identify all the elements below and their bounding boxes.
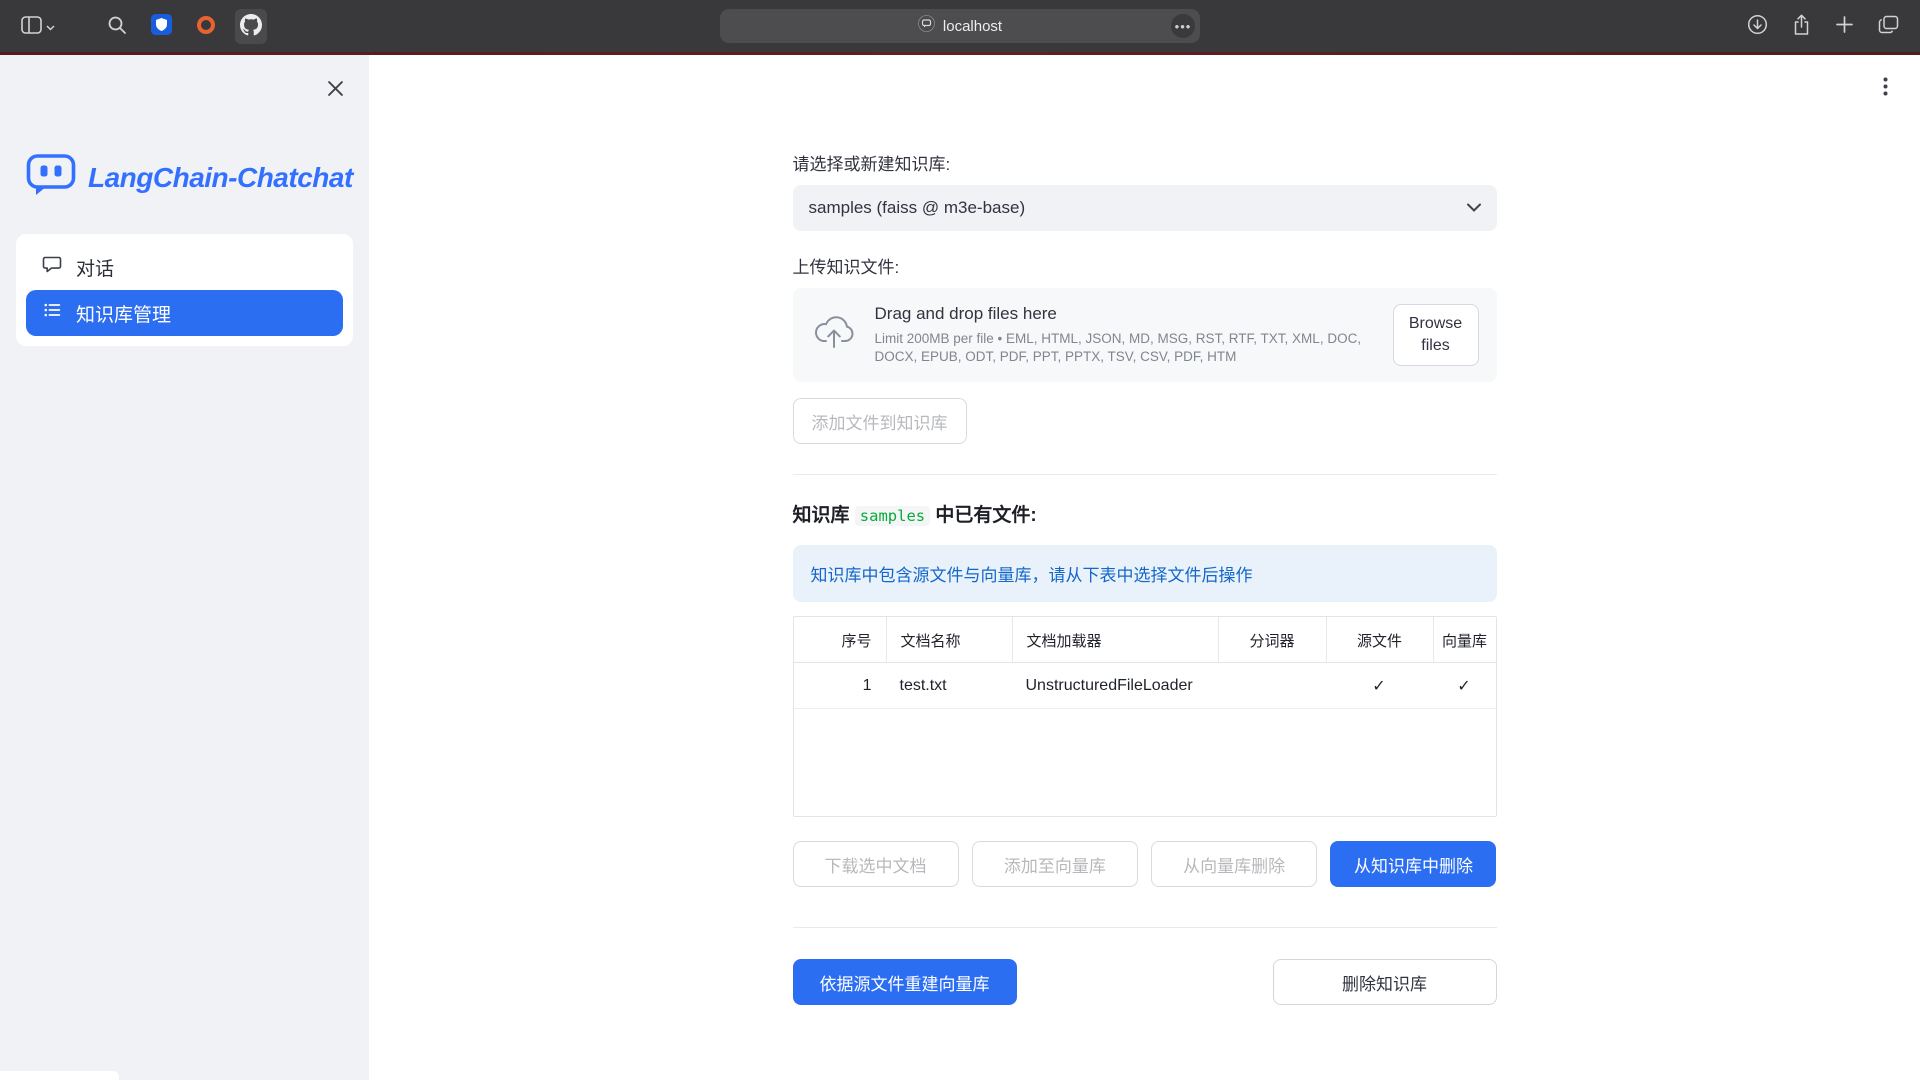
chat-bubble-icon bbox=[42, 254, 62, 280]
kb-select-label: 请选择或新建知识库: bbox=[793, 150, 1497, 175]
upload-label: 上传知识文件: bbox=[793, 253, 1497, 278]
files-heading: 知识库 samples 中已有文件: bbox=[793, 500, 1497, 527]
col-header-index: 序号 bbox=[794, 630, 886, 651]
col-header-source: 源文件 bbox=[1326, 617, 1433, 663]
sidebar-item-knowledge-base[interactable]: 知识库管理 bbox=[26, 290, 343, 336]
page-options-button[interactable]: ••• bbox=[1171, 14, 1195, 38]
cell-index: 1 bbox=[794, 677, 886, 695]
files-heading-suffix: 中已有文件: bbox=[930, 505, 1037, 526]
app-logo: LangChain-Chatchat bbox=[0, 55, 369, 202]
dropzone-limit: Limit 200MB per file • EML, HTML, JSON, … bbox=[875, 330, 1375, 366]
kb-name-code: samples bbox=[855, 506, 930, 526]
col-header-loader: 文档加载器 bbox=[1012, 617, 1218, 663]
sidebar-item-label: 对话 bbox=[76, 254, 114, 281]
address-bar[interactable]: localhost ••• bbox=[720, 9, 1200, 43]
table-row[interactable]: 1 test.txt UnstructuredFileLoader ✓ ✓ bbox=[794, 663, 1496, 709]
address-text: localhost bbox=[943, 18, 1002, 35]
plus-icon bbox=[1835, 15, 1854, 37]
sidebar-menu: 对话 知识库管理 bbox=[16, 234, 353, 346]
app-menu-button[interactable] bbox=[1877, 71, 1894, 105]
col-header-splitter: 分词器 bbox=[1218, 617, 1326, 663]
add-files-button[interactable]: 添加文件到知识库 bbox=[793, 398, 967, 444]
downloads-button[interactable] bbox=[1742, 9, 1773, 43]
browser-toolbar: localhost ••• bbox=[0, 0, 1920, 52]
search-button[interactable] bbox=[102, 10, 132, 43]
extension-ring-button[interactable] bbox=[191, 10, 221, 43]
col-header-name: 文档名称 bbox=[886, 617, 1012, 663]
kebab-icon bbox=[1883, 84, 1888, 99]
sidebar-toggle-icon bbox=[21, 16, 42, 37]
kb-actions: 依据源文件重建向量库 删除知识库 bbox=[793, 959, 1497, 1005]
download-icon bbox=[1747, 14, 1768, 38]
files-table: 序号 文档名称 文档加载器 分词器 源文件 向量库 1 test.txt Uns… bbox=[793, 616, 1497, 817]
cell-name: test.txt bbox=[886, 677, 1012, 695]
share-button[interactable] bbox=[1787, 9, 1816, 44]
github-icon bbox=[240, 14, 262, 39]
share-icon bbox=[1792, 14, 1811, 39]
close-icon bbox=[328, 84, 343, 99]
remove-from-vector-button[interactable]: 从向量库删除 bbox=[1151, 841, 1317, 887]
sidebar-close-button[interactable] bbox=[322, 75, 349, 105]
col-header-vector: 向量库 bbox=[1433, 617, 1496, 663]
delete-from-kb-button[interactable]: 从知识库中删除 bbox=[1330, 841, 1496, 887]
new-tab-button[interactable] bbox=[1830, 10, 1859, 42]
chevron-down-icon bbox=[1467, 199, 1481, 217]
table-empty-area bbox=[794, 709, 1496, 816]
kb-select[interactable]: samples (faiss @ m3e-base) bbox=[793, 185, 1497, 231]
search-icon bbox=[107, 15, 127, 38]
cell-vector-check: ✓ bbox=[1433, 676, 1496, 696]
extension-password-manager-button[interactable] bbox=[146, 9, 177, 43]
logo-bubble-icon bbox=[26, 153, 76, 202]
delete-kb-button[interactable]: 删除知识库 bbox=[1273, 959, 1497, 1005]
main-panel: 请选择或新建知识库: samples (faiss @ m3e-base) 上传… bbox=[369, 55, 1920, 1080]
extension-github-button[interactable] bbox=[235, 9, 267, 44]
logo-text: LangChain-Chatchat bbox=[88, 162, 353, 194]
sidebar-item-label: 知识库管理 bbox=[76, 300, 171, 327]
sidebar: LangChain-Chatchat 对话 知识库管理 bbox=[0, 55, 369, 1080]
orange-ring-extension-icon bbox=[196, 15, 216, 38]
dropzone-title: Drag and drop files here bbox=[875, 304, 1375, 324]
sidebar-item-chat[interactable]: 对话 bbox=[26, 244, 343, 290]
add-to-vector-button[interactable]: 添加至向量库 bbox=[972, 841, 1138, 887]
files-heading-prefix: 知识库 bbox=[793, 505, 855, 526]
tabs-icon bbox=[1878, 15, 1899, 37]
browser-status-bubble bbox=[0, 1071, 119, 1080]
cell-loader: UnstructuredFileLoader bbox=[1012, 677, 1218, 695]
table-actions: 下载选中文档 添加至向量库 从向量库删除 从知识库中删除 bbox=[793, 841, 1497, 887]
sidebar-toggle-button[interactable] bbox=[16, 11, 60, 42]
file-dropzone[interactable]: Drag and drop files here Limit 200MB per… bbox=[793, 288, 1497, 382]
download-selected-button[interactable]: 下载选中文档 bbox=[793, 841, 959, 887]
shield-extension-icon bbox=[151, 14, 172, 38]
kb-select-value: samples (faiss @ m3e-base) bbox=[809, 198, 1026, 218]
files-table-header: 序号 文档名称 文档加载器 分词器 源文件 向量库 bbox=[794, 617, 1496, 663]
tab-overview-button[interactable] bbox=[1873, 10, 1904, 42]
browse-files-button[interactable]: Browse files bbox=[1393, 304, 1479, 365]
divider bbox=[793, 474, 1497, 475]
divider bbox=[793, 927, 1497, 928]
rebuild-vector-store-button[interactable]: 依据源文件重建向量库 bbox=[793, 959, 1017, 1005]
cloud-upload-icon bbox=[811, 315, 857, 356]
chevron-down-icon bbox=[46, 19, 55, 34]
cell-source-check: ✓ bbox=[1326, 676, 1433, 696]
site-favicon bbox=[918, 15, 935, 37]
info-banner: 知识库中包含源文件与向量库，请从下表中选择文件后操作 bbox=[793, 545, 1497, 602]
list-icon bbox=[42, 300, 62, 326]
